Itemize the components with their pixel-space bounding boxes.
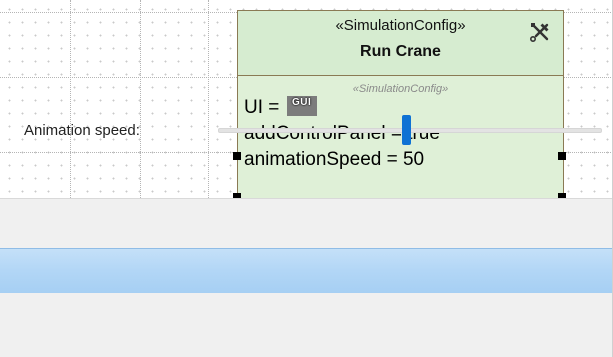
grid-guide	[70, 0, 71, 198]
slider-thumb[interactable]	[402, 115, 412, 145]
simulation-panel	[0, 198, 613, 357]
panel-titlebar[interactable]	[0, 248, 613, 294]
diagram-canvas[interactable]: «SimulationConfig» Run Crane «Simulation…	[0, 0, 613, 198]
simulation-config-element[interactable]: «SimulationConfig» Run Crane «Simulation…	[237, 10, 564, 198]
resize-handle[interactable]	[233, 152, 241, 160]
tools-icon	[529, 23, 549, 43]
resize-handle[interactable]	[558, 152, 566, 160]
grid-guide	[140, 0, 141, 198]
panel-toolbar-area	[0, 198, 613, 249]
animation-speed-label: Animation speed:	[24, 122, 140, 139]
element-stereotype: «SimulationConfig»	[335, 17, 466, 34]
element-header: «SimulationConfig» Run Crane	[238, 11, 563, 76]
grid-guide	[208, 0, 209, 198]
gui-icon: GUI	[286, 96, 317, 116]
element-name[interactable]: Run Crane	[238, 43, 563, 61]
panel-content	[0, 293, 613, 357]
animation-speed-slider[interactable]	[218, 115, 602, 145]
property-animation-speed[interactable]: animationSpeed = 50	[238, 147, 563, 173]
